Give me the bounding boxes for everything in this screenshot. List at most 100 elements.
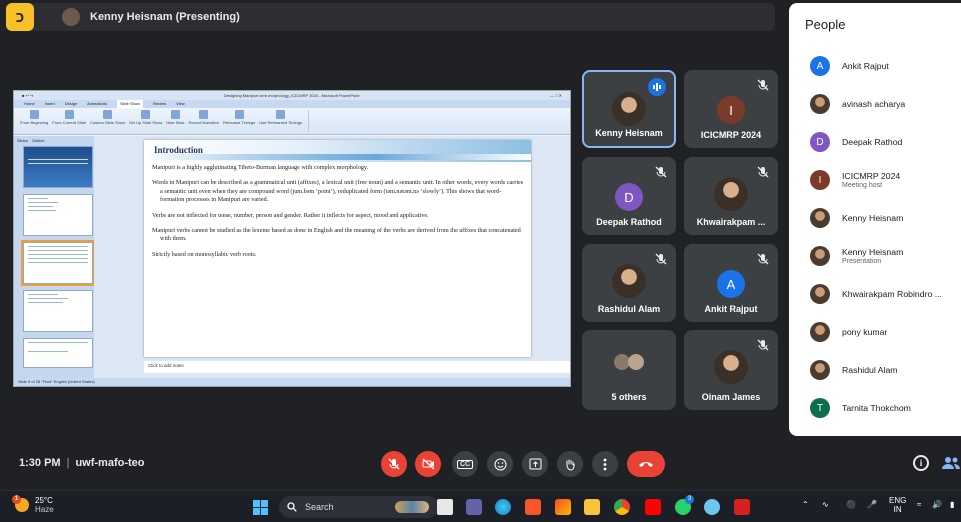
participant-tile[interactable]: D Deepak Rathod <box>582 157 676 235</box>
speaking-indicator-icon <box>648 78 666 96</box>
tab-slides[interactable]: Slides <box>17 138 28 143</box>
reactions-button[interactable] <box>487 451 513 477</box>
people-list[interactable]: A Ankit Rajput avinash acharya D Deepak Rath… <box>789 47 961 427</box>
ppt-ribbon-button[interactable]: From Current Slide <box>52 110 86 125</box>
microphone-tray-icon[interactable]: 🎤 <box>867 500 877 509</box>
slide-editor[interactable]: Introduction Manipuri is a highly agglut… <box>94 136 570 378</box>
people-list-item[interactable]: avinash acharya <box>789 85 961 123</box>
brave-icon[interactable] <box>525 499 541 515</box>
chrome-icon[interactable] <box>614 499 630 515</box>
shared-screen: ■ ↩ ↪ Designing Manipuri verb morphology… <box>13 90 571 387</box>
people-list-item[interactable]: I ICICMRP 2024 Meeting host <box>789 161 961 199</box>
more-options-button[interactable] <box>592 451 618 477</box>
edge-icon[interactable] <box>495 499 511 515</box>
weather-badge: 1 <box>12 495 21 504</box>
language-indicator[interactable]: ENG IN <box>889 496 906 514</box>
slide-thumbnail[interactable] <box>23 338 93 368</box>
start-button[interactable] <box>253 500 268 515</box>
people-list-item[interactable]: T Tarnita Thokchom <box>789 389 961 427</box>
participant-tile[interactable]: Rashidul Alam <box>582 244 676 322</box>
ppt-ribbon-button[interactable]: Hide Slide <box>166 110 185 125</box>
ppt-ribbon-button[interactable]: Set Up Slide Show <box>129 110 162 125</box>
participant-tile[interactable]: Oinam James <box>684 330 778 410</box>
ppt-tab[interactable]: Slide Show <box>116 100 143 108</box>
person-avatar <box>810 246 830 266</box>
end-call-button[interactable] <box>627 451 665 477</box>
slide-thumbnail[interactable] <box>23 146 93 188</box>
people-list-item[interactable]: Khwairakpam Robindro ... <box>789 275 961 313</box>
raise-hand-button[interactable] <box>557 451 583 477</box>
person-avatar <box>810 322 830 342</box>
ppt-tab[interactable]: Insert <box>45 100 55 108</box>
region-code: IN <box>893 505 902 514</box>
show-hidden-icons[interactable]: ⌃ <box>802 500 809 509</box>
weather-widget[interactable]: 1 25°C Haze <box>12 495 54 514</box>
whatsapp-icon[interactable]: 3 <box>675 495 694 515</box>
people-panel-title: People <box>805 17 846 32</box>
temperature: 25°C <box>35 496 53 505</box>
people-list-item[interactable]: pony kumar <box>789 313 961 351</box>
participant-tile[interactable]: A Ankit Rajput <box>684 244 778 322</box>
ppt-ribbon-button[interactable]: From Beginning <box>20 110 48 125</box>
people-button[interactable] <box>942 455 961 471</box>
people-list-item[interactable]: Kenny Heisnam <box>789 199 961 237</box>
ppt-ribbon-button[interactable]: Custom Slide Show <box>90 110 125 125</box>
acrobat-icon[interactable] <box>734 499 750 515</box>
slide-thumbnails[interactable]: Slides Outline <box>14 136 95 378</box>
participant-tile[interactable]: Khwairakpam ... <box>684 157 778 235</box>
participant-tile[interactable]: I ICICMRP 2024 <box>684 70 778 148</box>
captions-button[interactable]: CC <box>452 451 478 477</box>
end-call-icon <box>639 462 653 467</box>
participant-name: Khwairakpam ... <box>696 217 766 227</box>
meeting-details-button[interactable]: i <box>913 455 929 471</box>
volume-tray-icon[interactable]: 🔊 <box>932 500 942 509</box>
ppt-tab[interactable]: Design <box>65 100 77 108</box>
slide-thumbnail-selected[interactable] <box>21 240 95 286</box>
people-list-item[interactable]: D Deepak Rathod <box>789 123 961 161</box>
wifi-tray-icon[interactable]: ≈ <box>917 500 921 509</box>
ppt-tab[interactable]: Animations <box>87 100 107 108</box>
tab-outline[interactable]: Outline <box>32 138 45 143</box>
person-name: Kenny Heisnam <box>842 213 904 223</box>
taskbar-search[interactable]: Search <box>279 496 439 518</box>
ppt-tab[interactable]: View <box>176 100 185 108</box>
present-icon <box>529 458 541 470</box>
more-vert-icon <box>603 458 607 470</box>
person-avatar: D <box>810 132 830 152</box>
file-explorer-icon[interactable] <box>584 499 600 515</box>
slide-thumbnail[interactable] <box>23 290 93 332</box>
mic-toggle-button[interactable] <box>381 451 407 477</box>
participant-tile[interactable]: 5 others <box>582 330 676 410</box>
ribbon-button-label: Hide Slide <box>166 120 185 125</box>
teams-icon[interactable] <box>466 499 482 515</box>
camera-toggle-button[interactable] <box>415 451 441 477</box>
meeting-time: 1:30 PM <box>19 457 61 469</box>
participant-avatar: A <box>717 270 745 298</box>
people-list-item[interactable]: Kenny Heisnam Presentation <box>789 237 961 275</box>
ppt-ribbon-button[interactable]: Record Narration <box>189 110 219 125</box>
bluetooth-tray-icon[interactable]: ⚫ <box>846 500 856 509</box>
present-button[interactable] <box>522 451 548 477</box>
participant-name: ICICMRP 2024 <box>700 130 762 140</box>
ppt-ribbon-button[interactable]: Use Rehearsed Timings <box>259 110 302 125</box>
people-list-item[interactable]: Rashidul Alam <box>789 351 961 389</box>
ppt-tab[interactable]: Home <box>24 100 35 108</box>
people-panel: People A Ankit Rajput avinash acharya D Deep… <box>789 3 961 436</box>
participant-avatar <box>714 350 748 384</box>
ribbon-button-label: From Beginning <box>20 120 49 125</box>
app-icon[interactable] <box>704 499 720 515</box>
ppt-ribbon-button[interactable]: Rehearse Timings <box>223 110 255 125</box>
task-view-icon[interactable] <box>437 499 453 515</box>
slide-thumbnail[interactable] <box>23 194 93 236</box>
battery-tray-icon[interactable]: ▮ <box>950 500 954 509</box>
participant-tile[interactable]: Kenny Heisnam <box>582 70 676 148</box>
youtube-icon[interactable] <box>645 499 661 515</box>
people-list-item[interactable]: A Ankit Rajput <box>789 47 961 85</box>
presentation-icon[interactable]: כ <box>6 3 34 31</box>
notes-field[interactable]: Click to add notes <box>144 361 570 373</box>
mic-off-icon <box>756 165 770 179</box>
network-tray-icon[interactable]: ∿ <box>822 500 829 509</box>
ppt-tab[interactable]: Review <box>153 100 166 108</box>
app-icon[interactable] <box>555 499 571 515</box>
mic-off-icon <box>756 252 770 266</box>
